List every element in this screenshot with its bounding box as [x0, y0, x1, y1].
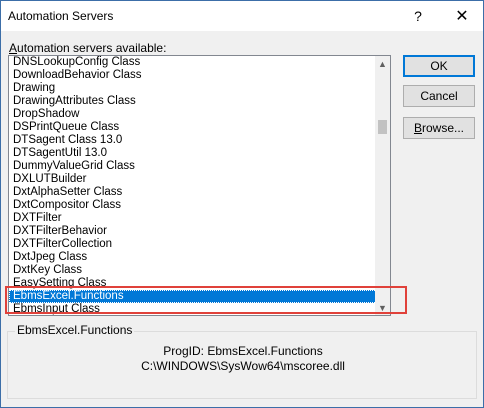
list-items: DNSLookupConfig Class DownloadBehavior Cl… [9, 56, 377, 315]
list-item[interactable]: Drawing [9, 82, 377, 95]
list-item[interactable]: DxtCompositor Class [9, 199, 377, 212]
list-item[interactable]: EbmsInput Class [9, 303, 377, 315]
details-group-label: EbmsExcel.Functions [15, 323, 135, 337]
dll-path-text: C:\WINDOWS\SysWow64\mscoree.dll [141, 359, 345, 373]
list-caption-text: utomation servers available: [17, 41, 167, 55]
list-item[interactable]: DownloadBehavior Class [9, 69, 377, 82]
browse-button[interactable]: Browse... [403, 117, 475, 139]
ok-button[interactable]: OK [403, 55, 475, 77]
list-item-selected[interactable]: EbmsExcel.Functions [9, 290, 377, 303]
list-item[interactable]: DxtKey Class [9, 264, 377, 277]
list-item[interactable]: DummyValueGrid Class [9, 160, 377, 173]
list-item[interactable]: DropShadow [9, 108, 377, 121]
title-bar: Automation Servers ? ✕ [1, 1, 483, 31]
window-title: Automation Servers [8, 9, 114, 23]
list-item[interactable]: DTSagent Class 13.0 [9, 134, 377, 147]
vertical-scrollbar[interactable]: ▲ ▼ [375, 56, 390, 315]
list-item[interactable]: DxtAlphaSetter Class [9, 186, 377, 199]
scroll-thumb[interactable] [378, 120, 387, 134]
list-item[interactable]: DSPrintQueue Class [9, 121, 377, 134]
help-icon[interactable]: ? [403, 1, 433, 31]
browse-label: rowse... [422, 121, 465, 135]
list-item[interactable]: DXTFilterBehavior [9, 225, 377, 238]
browse-accelerator: B [413, 121, 422, 135]
scroll-up-icon[interactable]: ▲ [375, 56, 390, 71]
cancel-button[interactable]: Cancel [403, 85, 475, 107]
automation-servers-list[interactable]: DNSLookupConfig Class DownloadBehavior Cl… [8, 55, 391, 316]
list-caption: Automation servers available: [9, 41, 166, 55]
list-item[interactable]: DXLUTBuilder [9, 173, 377, 186]
list-item[interactable]: DXTFilter [9, 212, 377, 225]
list-item[interactable]: DNSLookupConfig Class [9, 56, 377, 69]
scroll-down-icon[interactable]: ▼ [375, 300, 390, 315]
list-item[interactable]: DrawingAttributes Class [9, 95, 377, 108]
automation-servers-dialog: Automation Servers ? ✕ Automation server… [0, 0, 484, 408]
list-caption-accelerator: A [9, 41, 18, 55]
list-item[interactable]: DxtJpeg Class [9, 251, 377, 264]
list-item[interactable]: EasySetting Class [9, 277, 377, 290]
list-item[interactable]: DXTFilterCollection [9, 238, 377, 251]
list-item[interactable]: DTSagentUtil 13.0 [9, 147, 377, 160]
progid-text: ProgID: EbmsExcel.Functions [163, 344, 323, 358]
close-icon[interactable]: ✕ [447, 1, 477, 31]
